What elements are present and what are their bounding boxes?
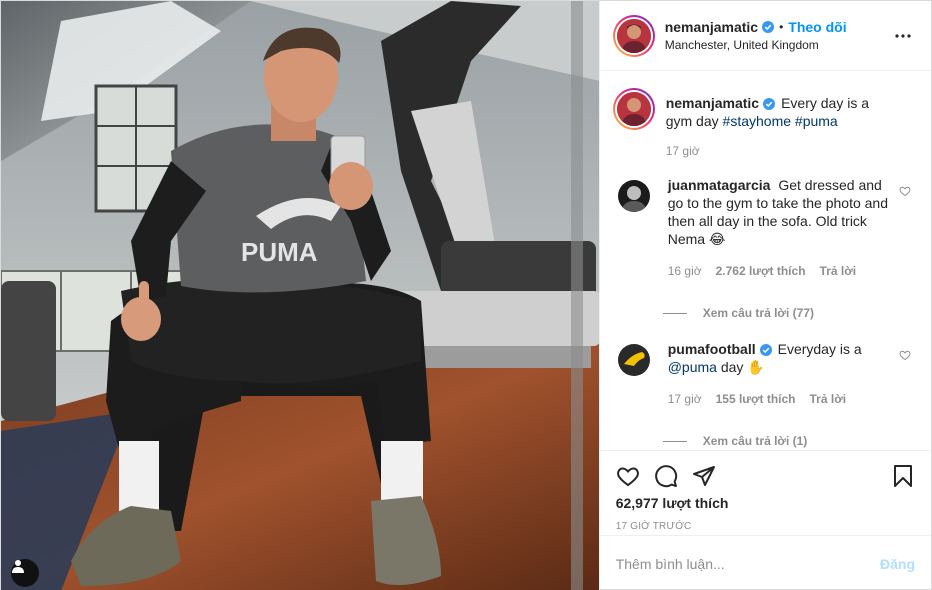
shirt-print: PUMA [241,237,318,267]
verified-badge-icon [763,98,776,111]
gym-selfie-image: PUMA [1,1,599,590]
more-dots-icon [895,33,911,38]
verified-badge-icon [762,21,775,33]
post-header: nemanjamatic • Theo dõi Manchester, Unit… [599,1,931,71]
puma-logo-icon [617,344,650,376]
hashtag-stayhome[interactable]: #stayhome [723,113,791,129]
comment-likes[interactable]: 2.762 lượt thích [716,262,806,280]
instagram-post-modal: PUMA nemanjamatic • Theo dõi Manchester,… [0,0,932,590]
heart-icon [616,467,639,487]
comment-avatar[interactable] [617,180,650,212]
comment-text-tail: day ✋ [720,359,765,375]
post-side-panel: nemanjamatic • Theo dõi Manchester, Unit… [598,1,931,590]
separator-dot: • [779,20,784,34]
author-username[interactable]: nemanjamatic [665,19,758,35]
like-button[interactable] [614,462,642,490]
follow-button[interactable]: Theo dõi [788,19,846,35]
verified-badge-icon [759,344,772,357]
like-comment-heart-icon[interactable] [899,349,911,361]
post-photo[interactable]: PUMA [1,1,599,590]
tagged-users-button[interactable] [11,559,39,587]
mention-puma[interactable]: @puma [668,359,717,375]
post-location[interactable]: Manchester, United Kingdom [665,38,891,52]
comments-list: nemanjamatic Every day is a gym day #stay… [600,72,931,449]
caption-username[interactable]: nemanjamatic [666,95,759,111]
view-replies-label: Xem câu trả lời (1) [702,434,808,448]
profile-avatar-icon [616,92,651,126]
post-timestamp[interactable]: 17 GIỜ TRƯỚC [616,521,915,532]
share-button[interactable] [690,462,718,490]
comment-composer: Đăng [599,535,931,590]
comment-text: Everyday is a [777,341,862,357]
profile-avatar-icon [617,180,650,212]
like-comment-heart-icon[interactable] [899,185,911,197]
author-avatar[interactable] [612,14,655,57]
comment-username[interactable]: juanmatagarcia [668,177,771,193]
comment-avatar[interactable] [617,344,650,376]
view-replies-button[interactable]: Xem câu trả lời (77) [662,306,915,320]
comment-time[interactable]: 16 giờ [668,262,702,280]
reply-button[interactable]: Trả lời [820,262,857,280]
comment-likes[interactable]: 155 lượt thích [716,390,796,408]
comment-time[interactable]: 17 giờ [668,390,702,408]
caption-time[interactable]: 17 giờ [666,142,700,160]
caption-avatar[interactable] [612,88,655,130]
comment-button[interactable] [652,462,680,490]
paper-plane-icon [692,466,715,486]
post-comment-button[interactable]: Đăng [880,556,915,572]
comment-input[interactable] [615,555,880,572]
profile-avatar-icon [616,18,651,53]
view-replies-label: Xem câu trả lời (77) [702,306,814,320]
hashtag-puma[interactable]: #puma [795,113,838,129]
comment-item: pumafootball Everyday is a @puma day ✋ 17… [613,340,915,408]
user-tag-icon [12,560,24,573]
post-actions: 62,977 lượt thích 17 GIỜ TRƯỚC [599,450,931,532]
caption: nemanjamatic Every day is a gym day #stay… [612,88,915,160]
view-replies-button[interactable]: Xem câu trả lời (1) [662,434,915,448]
more-options-button[interactable] [891,24,915,48]
bookmark-icon [894,465,912,487]
comment-bubble-icon [654,465,677,488]
save-button[interactable] [889,462,917,490]
reply-button[interactable]: Trả lời [810,390,847,408]
comment-item: juanmatagarcia Get dressed and go to the… [613,176,915,280]
likes-count[interactable]: 62,977 lượt thích [616,495,915,511]
comment-username[interactable]: pumafootball [668,341,756,357]
